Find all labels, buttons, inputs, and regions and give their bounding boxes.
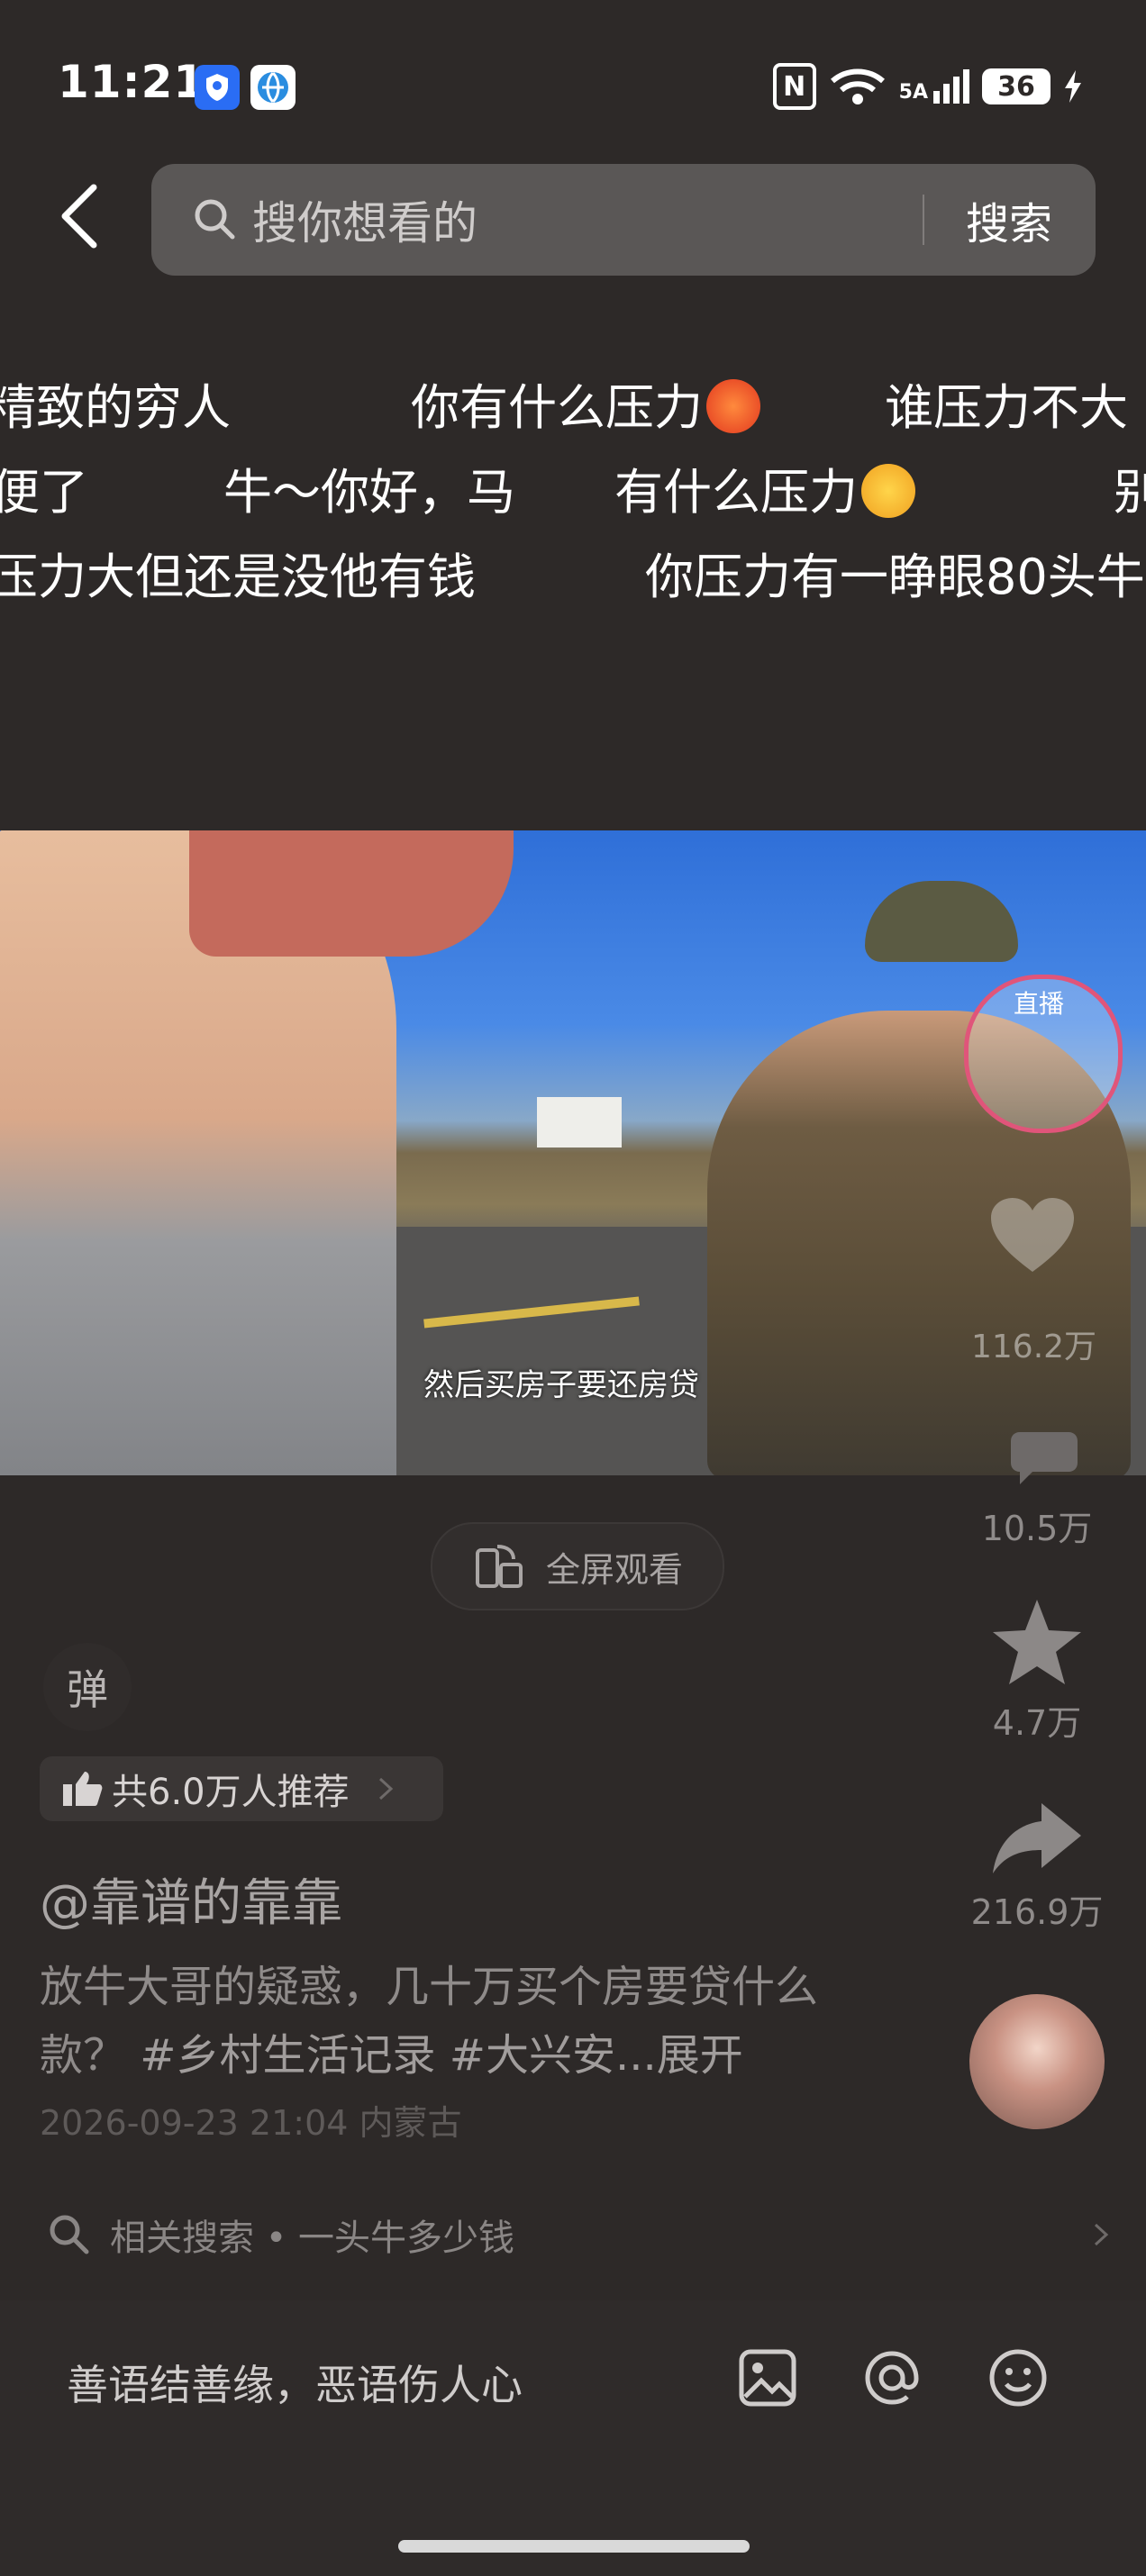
- post-meta: 2026-09-23 21:04 内蒙古: [40, 2103, 462, 2143]
- charging-icon: [1065, 70, 1081, 103]
- emoji-button[interactable]: [982, 2342, 1054, 2414]
- comment-icon: [1011, 1432, 1078, 1484]
- recommend-text: 共6.0万人推荐: [112, 1772, 350, 1813]
- video-description: 放牛大哥的疑惑，几十万买个房要贷什么款？ #乡村生活记录 #大兴安...展开: [40, 1953, 850, 2090]
- share-icon: [993, 1803, 1081, 1873]
- wifi-icon: [830, 68, 885, 104]
- favorite-count: 4.7万: [992, 1703, 1082, 1743]
- fullscreen-label: 全屏观看: [545, 1549, 683, 1590]
- angry-emoji-icon: [706, 379, 760, 433]
- danmaku-comment: 你压力有一睁眼80头牛: [645, 549, 1145, 605]
- laughing-emoji-icon: [861, 464, 915, 518]
- at-icon: [865, 2351, 919, 2405]
- status-time: 11:21: [58, 56, 206, 108]
- danmaku-comment: 便了: [0, 464, 88, 521]
- live-badge: 直播: [1014, 989, 1065, 1019]
- search-button[interactable]: 搜索: [966, 188, 1052, 251]
- search-icon: [50, 2215, 89, 2254]
- danmaku-comment: 你有什么压力: [411, 367, 760, 439]
- author-name[interactable]: @靠谱的靠靠: [40, 1863, 342, 1936]
- search-input[interactable]: 搜你想看的 搜索: [151, 164, 1096, 276]
- share-action[interactable]: 216.9万: [964, 1798, 1110, 1934]
- cap: [189, 830, 514, 957]
- fullscreen-button[interactable]: 全屏观看: [431, 1522, 724, 1610]
- danmaku-comment: 有什么压力: [614, 452, 915, 523]
- search-divider: [922, 195, 924, 245]
- danmaku-comment: 精致的穷人: [0, 379, 231, 436]
- share-count: 216.9万: [970, 1892, 1104, 1932]
- recommend-badge[interactable]: 共6.0万人推荐: [40, 1756, 443, 1821]
- image-picker-button[interactable]: [732, 2342, 804, 2414]
- like-heart-icon[interactable]: [987, 1194, 1078, 1275]
- comment-count: 10.5万: [981, 1509, 1093, 1548]
- danmaku-comment: 牛～你好，马: [223, 464, 515, 521]
- video-subtitle: 然后买房子要还房贷: [423, 1367, 699, 1403]
- danmaku-comment: 别: [1114, 464, 1146, 521]
- home-indicator[interactable]: [398, 2540, 750, 2553]
- live-avatar-button[interactable]: 直播: [964, 975, 1123, 1133]
- back-button[interactable]: [58, 180, 112, 252]
- danmaku-comment: 压力大但还是没他有钱: [0, 549, 476, 605]
- image-icon: [739, 2349, 796, 2407]
- chevron-right-icon: [1094, 2223, 1109, 2246]
- roadside-sign: [537, 1097, 622, 1147]
- comment-input[interactable]: 善语结善缘，恶语伤人心: [67, 2353, 523, 2412]
- man-cap: [865, 881, 1018, 962]
- search-icon: [195, 199, 235, 240]
- expand-link[interactable]: 展开: [657, 2030, 743, 2081]
- thumbs-up-icon: [63, 1772, 103, 1806]
- chevron-left-icon: [61, 184, 97, 249]
- creator-avatar[interactable]: [969, 1994, 1105, 2129]
- favorite-action[interactable]: 4.7万: [964, 1596, 1110, 1745]
- security-app-icon: [195, 65, 240, 110]
- rotate-screen-icon: [475, 1545, 523, 1588]
- status-indicators: N 5A 36: [772, 63, 1083, 110]
- danmaku-comment: 谁压力不大: [885, 379, 1128, 436]
- like-count: 116.2万: [971, 1329, 1097, 1365]
- smiley-icon: [989, 2349, 1047, 2407]
- chevron-right-icon: [378, 1777, 393, 1800]
- browser-app-icon: [250, 65, 296, 110]
- battery-icon: 36: [982, 68, 1050, 104]
- mention-button[interactable]: [856, 2342, 928, 2414]
- star-icon: [993, 1600, 1081, 1684]
- comment-bar: [0, 2300, 1146, 2576]
- related-search[interactable]: 相关搜索 • 一头牛多少钱: [47, 2209, 1110, 2261]
- danmaku-toggle-button[interactable]: 弹: [43, 1643, 132, 1731]
- hashtags[interactable]: #乡村生活记录 #大兴安...: [140, 2030, 656, 2081]
- danmaku-toggle-label: 弹: [67, 1665, 108, 1714]
- related-search-text: 相关搜索 • 一头牛多少钱: [110, 2218, 515, 2259]
- signal-icon: 5A: [899, 69, 969, 104]
- comment-action[interactable]: 10.5万: [964, 1414, 1110, 1550]
- search-placeholder: 搜你想看的: [252, 197, 478, 249]
- nfc-icon: N: [772, 63, 816, 110]
